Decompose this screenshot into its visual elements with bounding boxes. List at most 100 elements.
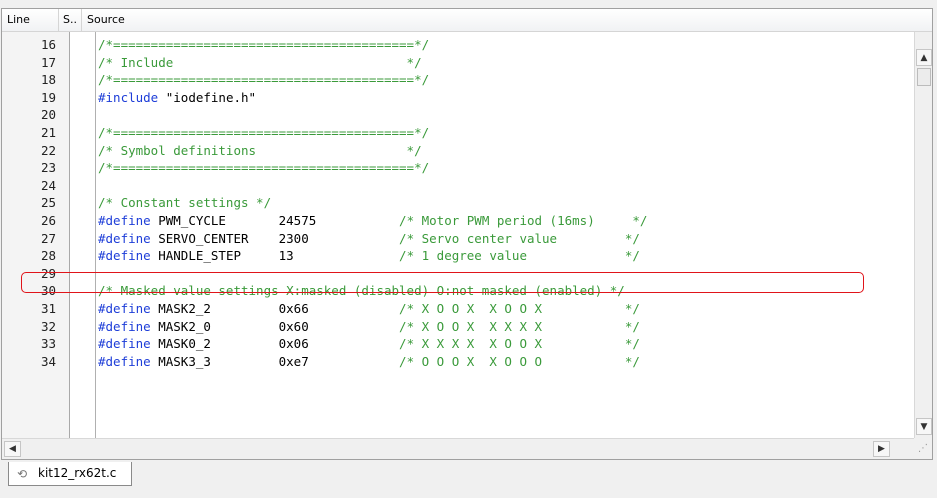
code-area[interactable]: 16 /*====================================… <box>2 36 914 438</box>
plain-token: MASK2_0 0x60 <box>150 318 400 334</box>
comment-token: /* X X X X X O O X */ <box>399 336 640 352</box>
source-text: /* Symbol definitions */ <box>98 142 422 159</box>
arrow-left-icon[interactable]: ◀ <box>4 441 21 457</box>
code-line[interactable]: 31 #define MASK2_2 0x66 /* X O O X X O O … <box>2 300 914 318</box>
column-header-source[interactable]: Source <box>82 9 932 31</box>
line-number: 26 <box>40 213 56 228</box>
code-line[interactable]: 17 /* Include */ <box>2 54 914 72</box>
comment-token: /*======================================… <box>98 37 430 52</box>
source-text: /* Include */ <box>98 54 422 71</box>
keyword-token: #define <box>98 336 151 352</box>
tab-kit12-rx62t[interactable]: ⟲ kit12_rx62t.c <box>8 462 132 486</box>
arrow-right-icon[interactable]: ▶ <box>873 441 890 457</box>
code-line[interactable]: 19 #include "iodefine.h" <box>2 89 914 107</box>
plain-token: SERVO_CENTER 2300 <box>150 230 400 246</box>
horizontal-scrollbar[interactable]: ◀ ▶ <box>2 438 914 459</box>
keyword-token: #define <box>98 301 151 316</box>
line-number: 22 <box>40 142 56 158</box>
scroll-thumb[interactable] <box>917 68 931 86</box>
line-number: 25 <box>40 195 56 211</box>
line-number: 18 <box>40 72 56 88</box>
comment-token: /* Constant settings */ <box>98 195 272 211</box>
column-header: Line S.. Source <box>2 9 932 32</box>
code-line[interactable]: 22 /* Symbol definitions */ <box>2 142 914 160</box>
source-text: #define SERVO_CENTER 2300 /* Servo cente… <box>98 230 640 247</box>
arrow-up-icon[interactable]: ▲ <box>916 49 932 66</box>
code-line[interactable]: 33 #define MASK0_2 0x06 /* X X X X X O O … <box>2 335 914 353</box>
source-text: /*======================================… <box>98 159 429 176</box>
comment-token: /* O O O X X O O O */ <box>399 353 640 369</box>
keyword-token: #define <box>98 213 151 228</box>
source-text: /* Masked value settings X:masked (disab… <box>98 282 625 299</box>
code-line[interactable]: 21 /*====================================… <box>2 124 914 142</box>
tab-label: kit12_rx62t.c <box>38 466 117 480</box>
resize-grip-icon[interactable]: ⋰ <box>914 438 932 459</box>
source-text: #define MASK0_2 0x06 /* X X X X X O O X … <box>98 335 640 352</box>
line-number: 21 <box>40 125 56 140</box>
plain-token: PWM_CYCLE 24575 <box>150 213 400 228</box>
source-file-icon: ⟲ <box>17 467 28 481</box>
column-header-line[interactable]: Line <box>2 9 59 31</box>
plain-token: MASK2_2 0x66 <box>150 301 400 316</box>
keyword-token: #define <box>98 248 151 264</box>
code-line[interactable]: 32 #define MASK2_0 0x60 /* X O O X X X X … <box>2 318 914 336</box>
source-text: #define HANDLE_STEP 13 /* 1 degree value… <box>98 247 640 264</box>
code-line[interactable]: 23 /*====================================… <box>2 159 914 177</box>
line-number: 29 <box>40 265 56 281</box>
arrow-down-icon[interactable]: ▼ <box>916 418 932 435</box>
line-number: 34 <box>40 353 56 369</box>
comment-token: /*======================================… <box>98 125 430 140</box>
source-text: /*======================================… <box>98 71 429 88</box>
source-text: /*======================================… <box>98 124 429 141</box>
code-line[interactable]: 18 /*====================================… <box>2 71 914 89</box>
code-line[interactable]: 26 #define PWM_CYCLE 24575 /* Motor PWM p… <box>2 212 914 230</box>
line-number: 30 <box>40 283 56 299</box>
line-number: 24 <box>40 177 56 193</box>
code-line[interactable]: 34 #define MASK3_3 0xe7 /* O O O X X O O … <box>2 353 914 371</box>
source-text: #include "iodefine.h" <box>98 89 256 106</box>
line-number: 32 <box>40 318 56 334</box>
keyword-token: #define <box>98 353 151 369</box>
plain-token: HANDLE_STEP 13 <box>150 248 400 264</box>
comment-token: /*======================================… <box>98 160 430 176</box>
code-line[interactable]: 29 <box>2 265 914 283</box>
code-line[interactable]: 30 /* Masked value settings X:masked (dis… <box>2 282 914 300</box>
comment-token: /* Servo center value */ <box>399 230 640 246</box>
source-text: /* Constant settings */ <box>98 194 271 211</box>
comment-token: /* X O O X X X X X */ <box>399 318 640 334</box>
line-number: 20 <box>40 107 56 123</box>
comment-token: /* Symbol definitions */ <box>98 142 422 158</box>
code-line[interactable]: 28 #define HANDLE_STEP 13 /* 1 degree val… <box>2 247 914 265</box>
comment-token: /* Include */ <box>98 54 422 70</box>
line-number: 16 <box>40 37 56 52</box>
keyword-token: #define <box>98 230 151 246</box>
source-text: #define MASK2_2 0x66 /* X O O X X O O X … <box>98 300 640 317</box>
line-number: 33 <box>40 336 56 352</box>
line-number: 27 <box>40 230 56 246</box>
vertical-scrollbar[interactable]: ▲ ▼ <box>914 32 932 438</box>
line-number: 28 <box>40 248 56 264</box>
source-text: #define MASK3_3 0xe7 /* O O O X X O O O … <box>98 353 640 370</box>
source-editor-window: Line S.. Source 16 /*====================… <box>1 8 933 460</box>
comment-token: /* 1 degree value */ <box>399 248 640 264</box>
comment-token: /* Masked value settings X:masked (disab… <box>98 283 625 299</box>
column-header-s[interactable]: S.. <box>59 9 82 31</box>
source-text: #define PWM_CYCLE 24575 /* Motor PWM per… <box>98 212 647 229</box>
line-number: 17 <box>40 54 56 70</box>
comment-token: /*======================================… <box>98 72 430 88</box>
plain-token: "iodefine.h" <box>158 89 257 105</box>
plain-token: MASK3_3 0xe7 <box>150 353 400 369</box>
source-text: /*======================================… <box>98 36 429 53</box>
source-text: #define MASK2_0 0x60 /* X O O X X X X X … <box>98 318 640 335</box>
comment-token: /* X O O X X O O X */ <box>399 301 640 316</box>
code-line[interactable]: 16 /*====================================… <box>2 36 914 54</box>
code-line[interactable]: 24 <box>2 177 914 195</box>
code-line[interactable]: 20 <box>2 106 914 124</box>
plain-token: MASK0_2 0x06 <box>150 336 400 352</box>
keyword-token: #define <box>98 318 151 334</box>
code-line[interactable]: 25 /* Constant settings */ <box>2 194 914 212</box>
comment-token: /* Motor PWM period (16ms) */ <box>399 213 648 228</box>
line-number: 19 <box>40 89 56 105</box>
code-line[interactable]: 27 #define SERVO_CENTER 2300 /* Servo cen… <box>2 230 914 248</box>
file-tab-bar: ⟲ kit12_rx62t.c <box>0 460 937 498</box>
